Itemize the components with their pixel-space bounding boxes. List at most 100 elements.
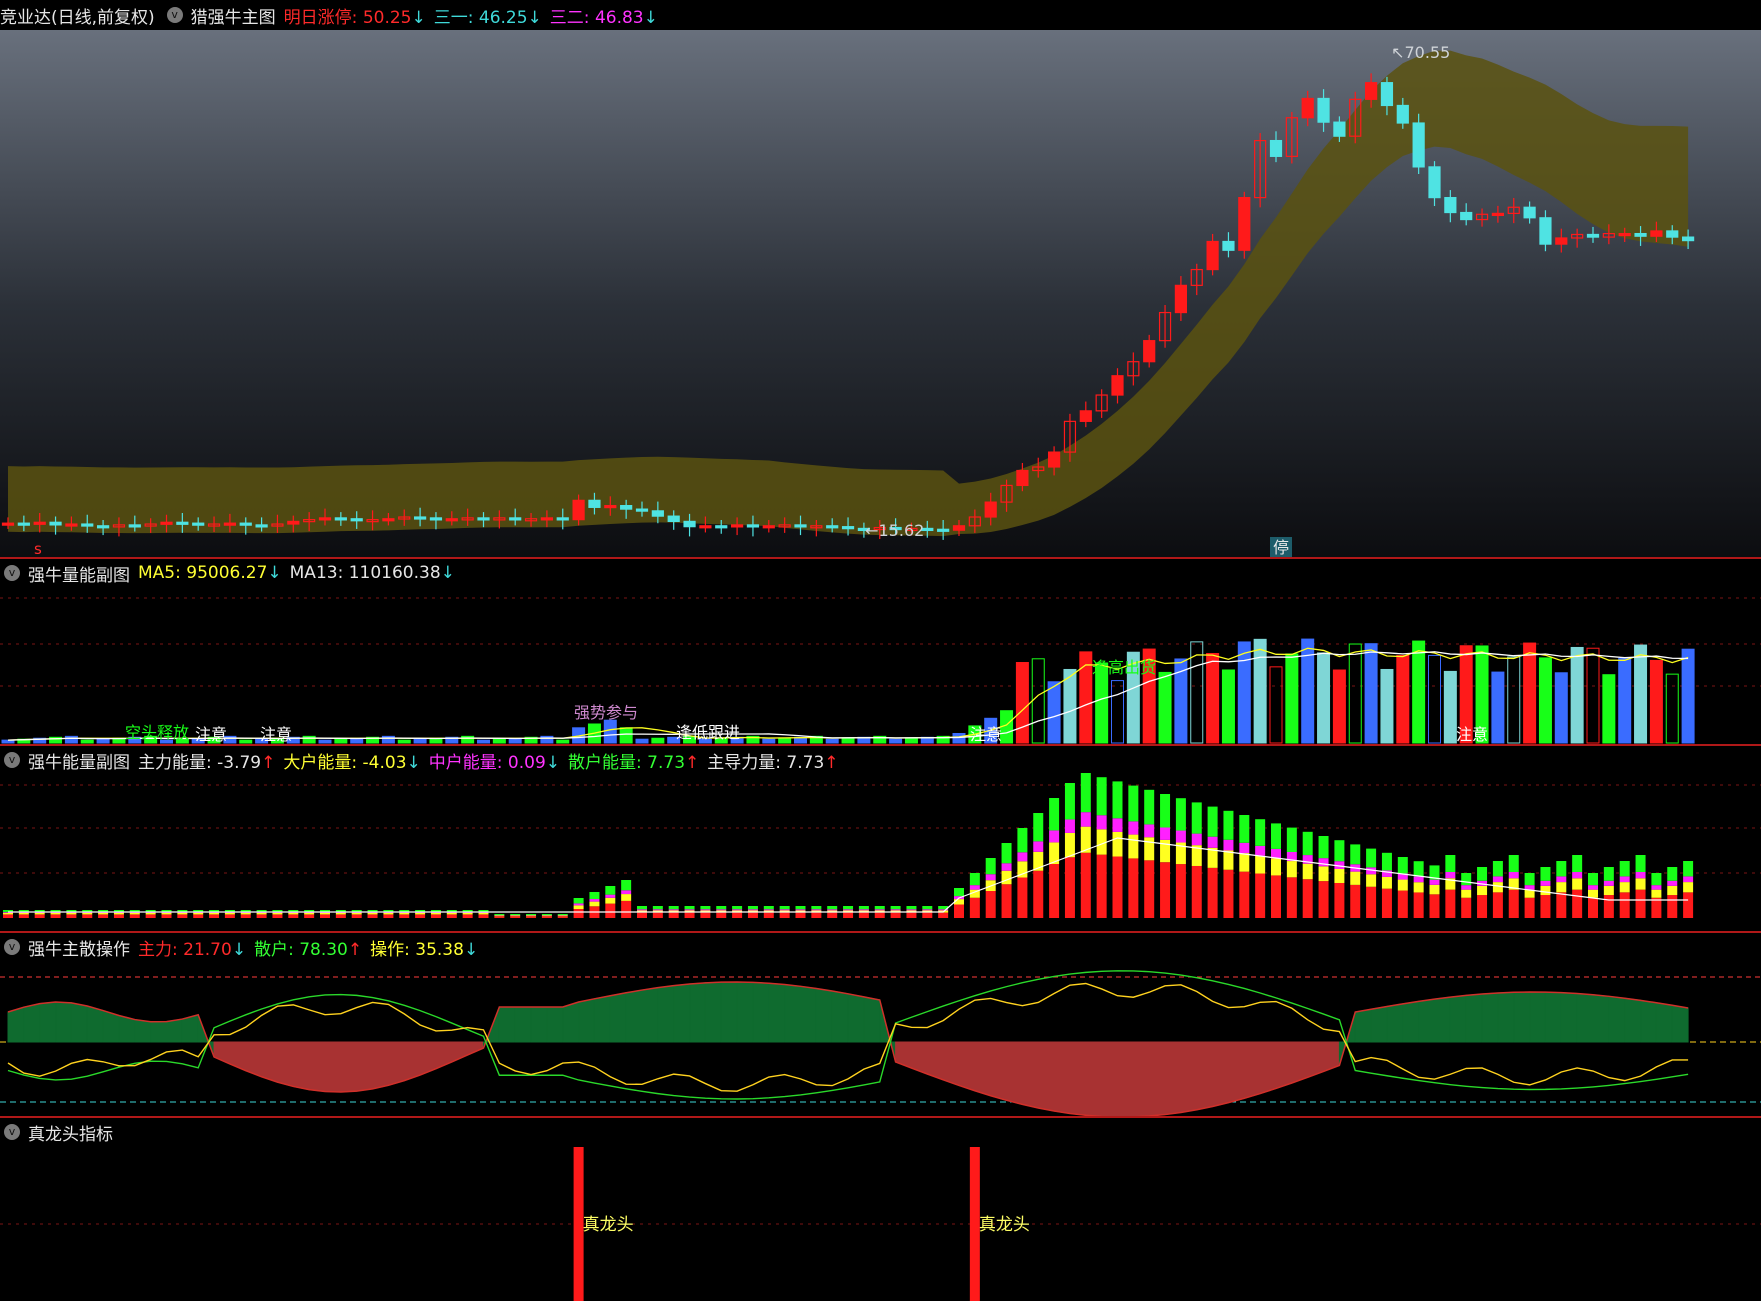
ops-area xyxy=(403,1041,421,1082)
energy-bar xyxy=(1572,878,1583,890)
volume-bar xyxy=(1586,647,1600,744)
ops-title[interactable]: 强牛主散操作 xyxy=(28,935,130,960)
energy-bar xyxy=(1540,895,1551,918)
energy-bar xyxy=(1318,858,1329,867)
energy-bar xyxy=(462,912,473,915)
ops-area xyxy=(324,1041,342,1093)
energy-bar xyxy=(510,916,521,918)
energy-bar xyxy=(1239,815,1250,843)
chevron-down-icon[interactable]: v xyxy=(166,7,183,23)
legend-ma5: MA5: 95006.27↓ xyxy=(138,563,282,583)
energy-bar xyxy=(1144,837,1155,861)
candle-body xyxy=(1079,410,1092,422)
energy-bar xyxy=(621,880,632,891)
candle-body xyxy=(730,524,744,528)
candle-body xyxy=(667,515,680,523)
energy-bar xyxy=(1160,862,1171,918)
energy-panel[interactable]: v 强牛能量副图 主力能量: -3.79↑ 大户能量: -4.03↓ 中户能量:… xyxy=(0,745,1761,931)
ops-area xyxy=(1053,1041,1071,1115)
ops-area xyxy=(1386,1003,1404,1043)
candle-body xyxy=(1412,122,1425,168)
energy-bar xyxy=(494,915,505,917)
volume-bar xyxy=(492,738,506,744)
ops-area xyxy=(1180,1041,1198,1114)
ops-area xyxy=(1449,994,1467,1043)
energy-header: v 强牛能量副图 主力能量: -3.79↑ 大户能量: -4.03↓ 中户能量:… xyxy=(0,745,1761,775)
dragon-panel[interactable]: 真龙头 真龙头 v 真龙头指标 xyxy=(0,1117,1761,1301)
energy-bar xyxy=(795,912,806,918)
ops-header: v 强牛主散操作 主力: 21.70↓ 散户: 78.30↑ 操作: 35.38… xyxy=(0,932,1761,962)
energy-bar xyxy=(494,914,505,916)
energy-bar xyxy=(827,906,838,910)
energy-bar xyxy=(1445,872,1456,879)
energy-bar xyxy=(1239,871,1250,918)
volume-bar xyxy=(1649,659,1663,744)
energy-bar xyxy=(1096,777,1107,816)
energy-bar xyxy=(1635,878,1646,890)
operation-panel[interactable]: v 强牛主散操作 主力: 21.70↓ 散户: 78.30↑ 操作: 35.38… xyxy=(0,932,1761,1116)
legend-big-energy: 大户能量: -4.03↓ xyxy=(283,752,421,773)
volume-bar xyxy=(1206,652,1220,744)
energy-bar xyxy=(415,912,426,915)
energy-bar xyxy=(1667,895,1678,918)
energy-bar xyxy=(113,912,124,915)
energy-bar xyxy=(1064,783,1075,820)
energy-bar xyxy=(272,912,283,915)
candle-body xyxy=(96,525,110,529)
chevron-down-icon[interactable]: v xyxy=(4,1124,20,1140)
energy-bar xyxy=(906,906,917,910)
energy-bar xyxy=(320,912,330,915)
volume-bar xyxy=(1063,668,1077,744)
volume-annotation: 强势参与 xyxy=(574,703,638,722)
energy-title[interactable]: 强牛能量副图 xyxy=(28,748,130,773)
dragon-title[interactable]: 真龙头指标 xyxy=(28,1120,113,1145)
energy-bar xyxy=(1350,871,1361,885)
energy-bar xyxy=(700,906,711,910)
volume-bar xyxy=(889,738,903,744)
ops-area xyxy=(815,987,833,1043)
candle-body xyxy=(350,518,363,522)
candle-body xyxy=(1586,233,1600,238)
volume-bar xyxy=(1237,641,1251,744)
energy-bar xyxy=(66,912,77,915)
candle-body xyxy=(414,516,427,520)
volume-title[interactable]: 强牛量能副图 xyxy=(28,561,130,586)
energy-bar xyxy=(1080,812,1091,827)
ops-area xyxy=(1544,991,1562,1043)
chevron-down-icon[interactable]: v xyxy=(4,565,20,581)
energy-bar xyxy=(1096,829,1107,855)
energy-bar xyxy=(1286,861,1297,878)
energy-bar xyxy=(874,912,885,918)
ops-area xyxy=(847,993,865,1043)
volume-bar xyxy=(952,733,966,744)
candle-body xyxy=(1634,232,1647,237)
energy-bar xyxy=(272,914,283,918)
candlestick-chart[interactable]: ↖70.55 ←15.62 停 s xyxy=(0,0,1761,557)
energy-bar xyxy=(985,874,996,881)
candle-body xyxy=(826,525,839,529)
ops-area xyxy=(736,981,754,1043)
energy-bar xyxy=(1191,802,1202,834)
ops-area xyxy=(498,1006,516,1043)
candle-body xyxy=(1269,139,1283,157)
chevron-down-icon[interactable]: v xyxy=(4,939,20,955)
volume-panel[interactable]: 空头释放 注意 注意 强势参与 逢低跟进 注意 逢高出货 注意 v 强牛量能副图 MA5: 9… xyxy=(0,558,1761,744)
energy-bar xyxy=(304,912,315,915)
volume-bar xyxy=(1681,648,1695,744)
candle-body xyxy=(1206,240,1219,271)
energy-bar xyxy=(541,915,552,917)
ops-area xyxy=(1671,1004,1689,1043)
volume-bar xyxy=(1348,643,1362,744)
volume-bar xyxy=(762,738,776,744)
chevron-down-icon[interactable]: v xyxy=(4,752,20,768)
energy-bar xyxy=(1477,867,1488,881)
energy-bar xyxy=(1160,794,1171,828)
energy-bar xyxy=(526,914,537,916)
ops-area xyxy=(1592,994,1610,1043)
main-indicator-name[interactable]: 猎强牛主图 xyxy=(191,3,276,28)
energy-bar xyxy=(1413,892,1424,918)
energy-bar xyxy=(858,909,869,911)
energy-bar xyxy=(858,912,869,918)
main-chart-panel[interactable]: 竞业达(日线,前复权) v 猎强牛主图 明日涨停: 50.25↓ 三一: 46.… xyxy=(0,0,1761,557)
stock-title[interactable]: 竞业达(日线,前复权) xyxy=(0,3,155,28)
